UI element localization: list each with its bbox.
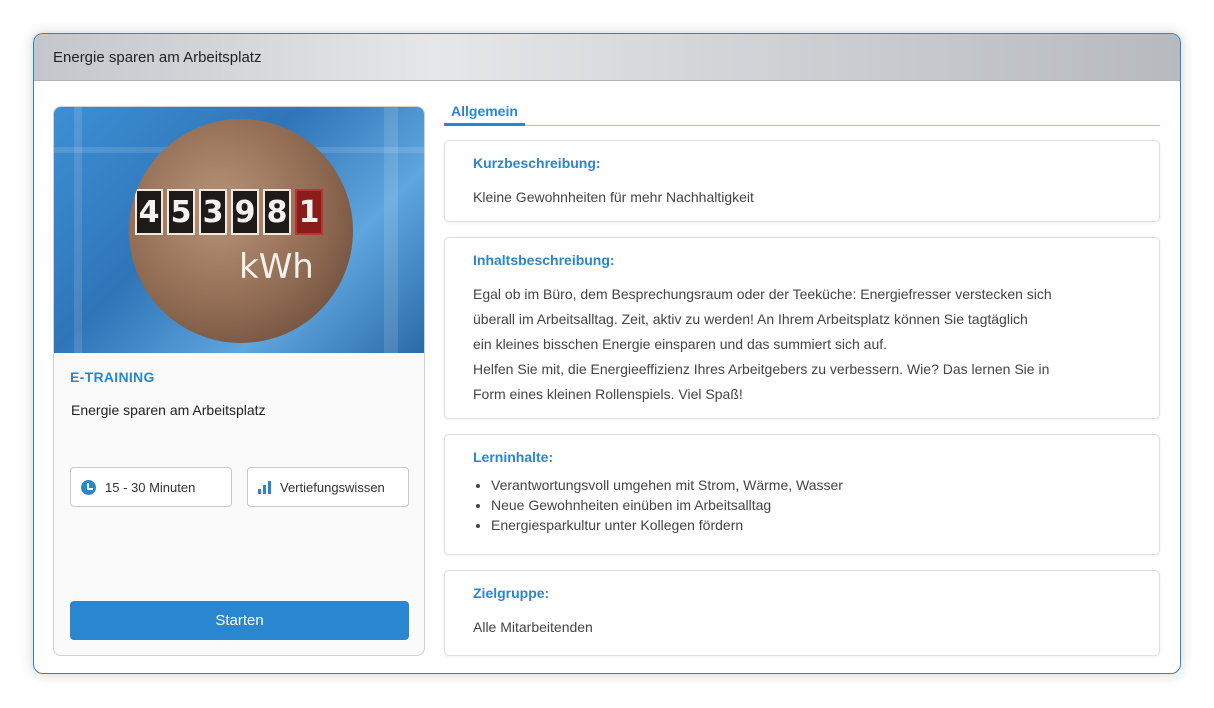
duration-text: 15 - 30 Minuten [105, 479, 196, 495]
list-item: Verantwortungsvoll umgehen mit Strom, Wä… [491, 475, 1131, 495]
short-description-text: Kleine Gewohnheiten für mehr Nachhaltigk… [473, 189, 754, 205]
short-description-section: Kurzbeschreibung: Kleine Gewohnheiten fü… [444, 140, 1160, 222]
content-description-section: Inhaltsbeschreibung: Egal ob im Büro, de… [444, 237, 1160, 419]
list-item: Energiesparkultur unter Kollegen fördern [491, 515, 1131, 535]
meter-digit: 4 [135, 189, 163, 235]
course-image: 4 5 3 9 8 1 kWh [54, 107, 424, 353]
course-card: 4 5 3 9 8 1 kWh E-TRAINING Energie spare… [53, 106, 425, 656]
level-bars-icon [258, 480, 271, 494]
learning-content-section: Lerninhalte: Verantwortungsvoll umgehen … [444, 434, 1160, 555]
meter-unit: kWh [239, 247, 314, 287]
meter-digit: 1 [295, 189, 323, 235]
window-title: Energie sparen am Arbeitsplatz [53, 48, 262, 66]
section-heading: Inhaltsbeschreibung: [473, 252, 615, 268]
level-chip: Vertiefungswissen [247, 467, 409, 507]
course-type-label: E-TRAINING [70, 369, 155, 385]
learning-list: Verantwortungsvoll umgehen mit Strom, Wä… [473, 475, 1131, 535]
course-name: Energie sparen am Arbeitsplatz [71, 402, 266, 418]
start-button[interactable]: Starten [70, 601, 409, 640]
content-description-text: Egal ob im Büro, dem Besprechungsraum od… [473, 286, 1052, 402]
target-group-text: Alle Mitarbeitenden [473, 619, 593, 635]
meter-digit: 3 [199, 189, 227, 235]
section-heading: Zielgruppe: [473, 585, 550, 601]
meter-digit: 8 [263, 189, 291, 235]
meter-digit: 9 [231, 189, 259, 235]
section-heading: Lerninhalte: [473, 449, 554, 465]
meter-digit: 5 [167, 189, 195, 235]
clock-icon [81, 479, 96, 495]
tab-bar: Allgemein [444, 100, 1160, 126]
section-heading: Kurzbeschreibung: [473, 155, 601, 171]
electric-meter-photo: 4 5 3 9 8 1 kWh [129, 119, 353, 343]
target-group-section: Zielgruppe: Alle Mitarbeitenden [444, 570, 1160, 656]
window-titlebar: Energie sparen am Arbeitsplatz [34, 34, 1180, 81]
list-item: Neue Gewohnheiten einüben im Arbeitsallt… [491, 495, 1131, 515]
level-text: Vertiefungswissen [280, 479, 385, 495]
duration-chip: 15 - 30 Minuten [70, 467, 232, 507]
course-window: Energie sparen am Arbeitsplatz 4 5 3 9 8… [33, 33, 1181, 674]
tab-allgemein[interactable]: Allgemein [444, 100, 525, 126]
